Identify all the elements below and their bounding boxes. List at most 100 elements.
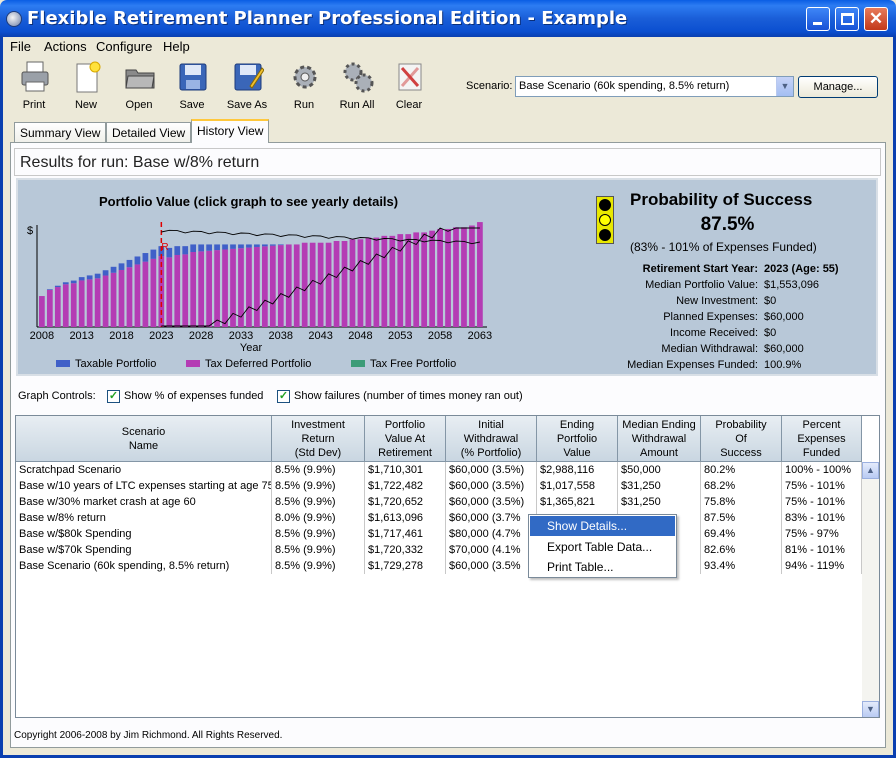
table-cell[interactable]: 75.8% bbox=[701, 494, 782, 510]
table-cell[interactable]: $1,017,558 bbox=[537, 478, 618, 494]
tab-detailed-view[interactable]: Detailed View bbox=[106, 122, 192, 142]
chevron-down-icon[interactable]: ▼ bbox=[776, 77, 793, 96]
table-cell[interactable]: 8.5% (9.9%) bbox=[272, 542, 365, 558]
table-cell[interactable]: 94% - 119% bbox=[782, 558, 862, 574]
column-header[interactable]: Percent Expenses Funded bbox=[782, 416, 862, 462]
portfolio-value-chart[interactable]: $ R 2008 2013 2018 2023 2028 2033 2038 2043 2048 20… bbox=[18, 180, 608, 376]
app-icon[interactable] bbox=[6, 11, 22, 27]
tab-history-view[interactable]: History View bbox=[191, 119, 270, 143]
maximize-button[interactable] bbox=[835, 7, 859, 31]
table-cell[interactable]: Base w/$70k Spending bbox=[16, 542, 272, 558]
stat-row: New Investment: $0 bbox=[608, 295, 868, 311]
table-cell[interactable]: Base w/10 years of LTC expenses starting… bbox=[16, 478, 272, 494]
table-cell[interactable]: Scratchpad Scenario bbox=[16, 462, 272, 478]
table-cell[interactable]: $1,710,301 bbox=[365, 462, 446, 478]
table-cell[interactable]: $31,250 bbox=[618, 478, 701, 494]
table-cell[interactable]: $60,000 (3.7% bbox=[446, 510, 537, 526]
table-cell[interactable]: $1,365,821 bbox=[537, 494, 618, 510]
taxable-bar bbox=[277, 244, 284, 246]
table-cell[interactable]: $1,722,482 bbox=[365, 478, 446, 494]
menu-actions[interactable]: Actions bbox=[44, 39, 87, 54]
gear-icon bbox=[293, 65, 317, 89]
taxable-bar bbox=[262, 244, 268, 247]
table-cell[interactable]: 8.5% (9.9%) bbox=[272, 558, 365, 574]
table-cell[interactable]: Base w/$80k Spending bbox=[16, 526, 272, 542]
menu-show-details[interactable]: Show Details... bbox=[530, 516, 675, 536]
table-cell[interactable]: 8.5% (9.9%) bbox=[272, 494, 365, 510]
show-pct-checkbox[interactable]: ✓ bbox=[107, 390, 120, 403]
table-cell[interactable]: $60,000 (3.5%) bbox=[446, 494, 537, 510]
table-cell[interactable]: $60,000 (3.5% bbox=[446, 558, 537, 574]
table-cell[interactable]: $2,988,116 bbox=[537, 462, 618, 478]
menu-export-table-data[interactable]: Export Table Data... bbox=[530, 537, 675, 557]
menu-help[interactable]: Help bbox=[163, 39, 190, 54]
taxable-bar bbox=[254, 244, 260, 247]
table-cell[interactable]: $1,717,461 bbox=[365, 526, 446, 542]
table-cell[interactable]: $1,729,278 bbox=[365, 558, 446, 574]
stat-key: Income Received: bbox=[669, 327, 758, 339]
vertical-scrollbar[interactable]: ▲ ▼ bbox=[862, 462, 879, 717]
table-cell[interactable]: $50,000 bbox=[618, 462, 701, 478]
legend-swatch bbox=[186, 360, 200, 367]
table-cell[interactable]: 93.4% bbox=[701, 558, 782, 574]
table-cell[interactable]: $60,000 (3.5%) bbox=[446, 478, 537, 494]
table-cell[interactable]: $1,613,096 bbox=[365, 510, 446, 526]
table-cell[interactable]: 8.5% (9.9%) bbox=[272, 462, 365, 478]
menu-file[interactable]: File bbox=[10, 39, 31, 54]
stat-value: $0 bbox=[764, 327, 777, 339]
traffic-light-yellow bbox=[599, 214, 611, 226]
scroll-down-icon[interactable]: ▼ bbox=[862, 701, 879, 717]
close-button[interactable]: ✕ bbox=[864, 7, 888, 31]
table-cell[interactable]: $31,250 bbox=[618, 494, 701, 510]
table-cell[interactable]: Base Scenario (60k spending, 8.5% return… bbox=[16, 558, 272, 574]
scenario-select[interactable]: Base Scenario (60k spending, 8.5% return… bbox=[515, 76, 794, 97]
table-cell[interactable]: 75% - 97% bbox=[782, 526, 862, 542]
taxable-bar bbox=[54, 285, 61, 288]
show-failures-label: Show failures (number of times money ran… bbox=[294, 390, 523, 402]
table-cell[interactable]: 75% - 101% bbox=[782, 494, 862, 510]
table-cell[interactable]: 8.5% (9.9%) bbox=[272, 478, 365, 494]
show-failures-checkbox[interactable]: ✓ bbox=[277, 390, 290, 403]
table-cell[interactable]: $1,720,332 bbox=[365, 542, 446, 558]
x-axis-label: Year bbox=[240, 342, 263, 354]
column-header[interactable]: Median Ending Withdrawal Amount bbox=[618, 416, 701, 462]
title-bar[interactable]: Flexible Retirement Planner Professional… bbox=[0, 0, 896, 37]
clear-button[interactable]: Clear bbox=[384, 60, 434, 114]
table-cell[interactable]: 83% - 101% bbox=[782, 510, 862, 526]
scroll-up-icon[interactable]: ▲ bbox=[862, 462, 879, 479]
column-header[interactable]: Probability Of Success bbox=[701, 416, 782, 462]
table-cell[interactable]: 75% - 101% bbox=[782, 478, 862, 494]
minimize-button[interactable] bbox=[806, 7, 830, 31]
manage-button[interactable]: Manage... bbox=[798, 76, 878, 98]
table-cell[interactable]: 8.0% (9.9%) bbox=[272, 510, 365, 526]
table-cell[interactable]: Base w/8% return bbox=[16, 510, 272, 526]
table-cell[interactable]: 68.2% bbox=[701, 478, 782, 494]
column-header[interactable]: Investment Return (Std Dev) bbox=[272, 416, 365, 462]
menu-configure[interactable]: Configure bbox=[96, 39, 152, 54]
taxable-bar bbox=[174, 246, 181, 255]
table-cell[interactable]: 80.2% bbox=[701, 462, 782, 478]
table-cell[interactable]: $60,000 (3.5%) bbox=[446, 462, 537, 478]
column-header[interactable]: Portfolio Value At Retirement bbox=[365, 416, 446, 462]
save-button[interactable]: Save bbox=[167, 60, 217, 114]
probability-value: 87.5% bbox=[700, 214, 755, 235]
new-document-icon bbox=[76, 61, 101, 93]
table-cell[interactable]: $1,720,652 bbox=[365, 494, 446, 510]
table-cell[interactable]: $80,000 (4.7% bbox=[446, 526, 537, 542]
column-header[interactable]: Ending Portfolio Value bbox=[537, 416, 618, 462]
table-cell[interactable]: $70,000 (4.1% bbox=[446, 542, 537, 558]
tab-summary-view[interactable]: Summary View bbox=[14, 122, 107, 142]
table-cell[interactable]: 81% - 101% bbox=[782, 542, 862, 558]
scenario-table[interactable]: ▲ ▼ Scenario Name Investment Return (Std Dev… bbox=[15, 415, 880, 718]
table-cell[interactable]: 69.4% bbox=[701, 526, 782, 542]
table-cell[interactable]: 87.5% bbox=[701, 510, 782, 526]
scenario-label: Scenario: bbox=[466, 80, 513, 92]
table-cell[interactable]: 100% - 100% bbox=[782, 462, 862, 478]
menu-print-table[interactable]: Print Table... bbox=[530, 557, 675, 577]
save-as-button[interactable]: Save As bbox=[222, 60, 272, 114]
column-header[interactable]: Scenario Name bbox=[16, 416, 272, 462]
table-cell[interactable]: Base w/30% market crash at age 60 bbox=[16, 494, 272, 510]
table-cell[interactable]: 8.5% (9.9%) bbox=[272, 526, 365, 542]
table-cell[interactable]: 82.6% bbox=[701, 542, 782, 558]
column-header[interactable]: Initial Withdrawal (% Portfolio) bbox=[446, 416, 537, 462]
